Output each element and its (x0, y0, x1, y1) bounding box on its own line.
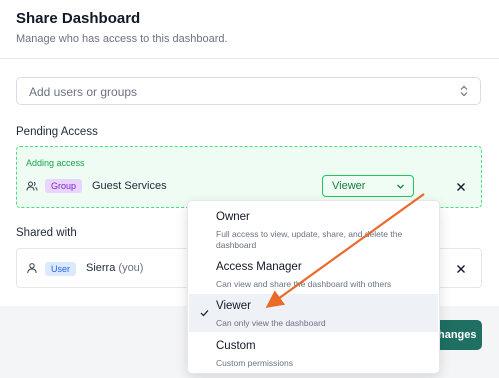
shared-entry-name: Sierra (you) (86, 262, 143, 274)
role-option-description: Full access to view, update, share, and … (216, 229, 403, 250)
you-indicator: (you) (118, 262, 144, 274)
role-dropdown-menu: Owner Full access to view, update, share… (187, 200, 440, 374)
group-badge: Group (45, 179, 83, 193)
role-option-description: Custom permissions (216, 358, 293, 368)
role-option-access-manager[interactable]: Access Manager Can view and share the da… (189, 257, 438, 294)
chevron-down-icon (397, 184, 404, 189)
group-icon (26, 181, 38, 191)
role-option-owner[interactable]: Owner Full access to view, update, share… (189, 202, 438, 257)
pending-entry-name: Guest Services (92, 180, 167, 192)
add-users-placeholder: Add users or groups (29, 85, 138, 99)
pending-access-box: Adding access Group Guest Services Viewe… (16, 146, 482, 208)
user-badge: User (45, 262, 77, 276)
dialog-title: Share Dashboard (16, 10, 141, 27)
role-option-description: Can view and share the dashboard with ot… (216, 279, 392, 289)
role-select-value: Viewer (332, 180, 366, 192)
add-users-input[interactable]: Add users or groups (16, 77, 481, 105)
remove-shared-close-icon[interactable] (456, 264, 466, 274)
role-option-custom[interactable]: Custom Custom permissions (189, 332, 438, 372)
remove-pending-close-icon[interactable] (456, 182, 466, 192)
checkmark-icon (200, 310, 209, 317)
shared-with-label: Shared with (16, 227, 77, 239)
role-select[interactable]: Viewer (322, 175, 414, 197)
role-option-label: Access Manager (216, 261, 302, 273)
role-option-label: Viewer (216, 300, 251, 312)
dialog-subtitle: Manage who has access to this dashboard. (16, 33, 228, 45)
role-option-label: Custom (216, 340, 256, 352)
role-option-viewer[interactable]: Viewer Can only view the dashboard (189, 294, 438, 332)
role-option-label: Owner (216, 211, 250, 223)
updown-chevron-icon (460, 85, 468, 97)
header-divider (0, 58, 499, 59)
pending-access-label: Pending Access (16, 126, 98, 138)
adding-access-label: Adding access (26, 158, 85, 168)
shared-user-name: Sierra (86, 262, 116, 274)
user-icon (27, 263, 37, 274)
role-option-description: Can only view the dashboard (216, 318, 326, 328)
